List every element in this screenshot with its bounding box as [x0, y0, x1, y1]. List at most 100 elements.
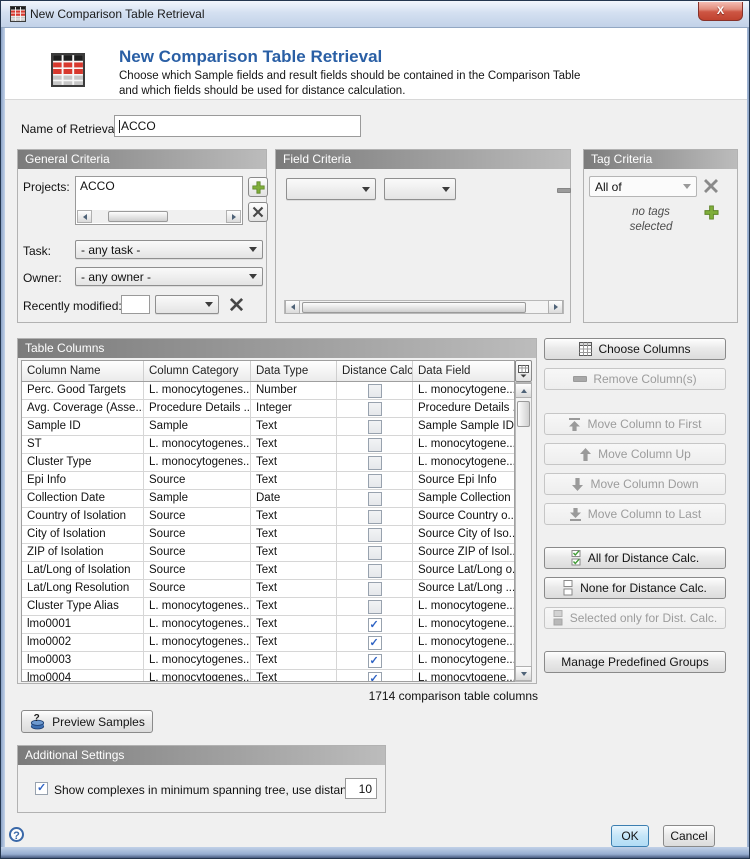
column-header-name[interactable]: Column Name: [22, 361, 144, 381]
distance-calc-checkbox[interactable]: [368, 510, 382, 524]
column-header-category[interactable]: Column Category: [144, 361, 251, 381]
scroll-up-icon[interactable]: [515, 383, 532, 398]
table-row[interactable]: Lat/Long ResolutionSourceTextSource Lat/…: [22, 580, 514, 598]
distance-calc-checkbox[interactable]: [368, 654, 382, 668]
distance-calc-checkbox[interactable]: [368, 456, 382, 470]
clear-recently-modified-icon[interactable]: [229, 297, 244, 312]
move-column-to-first-button[interactable]: Move Column to First: [544, 413, 726, 435]
distance-calc-checkbox[interactable]: [368, 474, 382, 488]
table-row[interactable]: Avg. Coverage (Asse...Procedure Details …: [22, 400, 514, 418]
move-column-up-button[interactable]: Move Column Up: [544, 443, 726, 465]
table-row[interactable]: City of IsolationSourceTextSource City o…: [22, 526, 514, 544]
scroll-down-icon[interactable]: [515, 666, 532, 681]
column-picker-button[interactable]: [515, 360, 532, 382]
table-row[interactable]: Cluster Type AliasL. monocytogenes...Tex…: [22, 598, 514, 616]
distance-calc-checkbox[interactable]: [368, 600, 382, 614]
table-row[interactable]: Epi InfoSourceTextSource Epi Info: [22, 472, 514, 490]
remove-project-button[interactable]: [248, 202, 268, 222]
distance-calc-checkbox[interactable]: [368, 402, 382, 416]
distance-calc-checkbox[interactable]: [368, 636, 382, 650]
help-button[interactable]: ?: [9, 827, 24, 842]
arrow-up-bar-icon: [568, 418, 581, 431]
column-header-data-field[interactable]: Data Field: [413, 361, 514, 381]
table-row[interactable]: Sample IDSampleTextSample Sample ID: [22, 418, 514, 436]
recently-modified-unit-dropdown[interactable]: [155, 295, 219, 314]
show-complexes-checkbox[interactable]: [35, 782, 48, 795]
add-project-button[interactable]: [248, 177, 268, 197]
scroll-left-icon[interactable]: [77, 210, 92, 223]
ok-button[interactable]: OK: [611, 825, 649, 847]
distance-calc-checkbox[interactable]: [368, 546, 382, 560]
cell-data-type: Text: [251, 472, 337, 489]
scrollbar-thumb[interactable]: [108, 211, 168, 222]
close-button[interactable]: X: [698, 2, 743, 21]
cell-column-name: Sample ID: [22, 418, 144, 435]
scroll-right-icon[interactable]: [548, 300, 563, 314]
distance-calc-checkbox[interactable]: [368, 528, 382, 542]
cell-distance-calc: [337, 562, 413, 579]
distance-calc-checkbox[interactable]: [368, 384, 382, 398]
projects-list-item[interactable]: ACCO: [76, 177, 242, 195]
move-column-down-button[interactable]: Move Column Down: [544, 473, 726, 495]
table-row[interactable]: lmo0001L. monocytogenes...TextL. monocyt…: [22, 616, 514, 634]
none-for-distance-calc-button[interactable]: None for Distance Calc.: [544, 577, 726, 599]
add-tag-icon[interactable]: [704, 205, 719, 220]
table-row[interactable]: lmo0002L. monocytogenes...TextL. monocyt…: [22, 634, 514, 652]
owner-dropdown[interactable]: - any owner -: [75, 267, 263, 286]
table-row[interactable]: lmo0004L. monocytogenes...TextL. monocyt…: [22, 670, 514, 682]
scroll-left-icon[interactable]: [285, 300, 300, 314]
scrollbar-thumb[interactable]: [517, 401, 530, 427]
table-row[interactable]: ZIP of IsolationSourceTextSource ZIP of …: [22, 544, 514, 562]
distance-calc-checkbox[interactable]: [368, 672, 382, 683]
field-criteria-horizontal-scrollbar[interactable]: [284, 300, 564, 314]
selected-only-for-dist-calc-button[interactable]: Selected only for Dist. Calc.: [544, 607, 726, 629]
projects-list[interactable]: ACCO: [75, 176, 243, 225]
move-down-label: Move Column Down: [590, 477, 698, 491]
table-row[interactable]: Perc. Good TargetsL. monocytogenes...Num…: [22, 382, 514, 400]
cell-data-type: Date: [251, 490, 337, 507]
remove-field-criterion-icon[interactable]: [557, 188, 571, 193]
table-vertical-scrollbar[interactable]: [515, 382, 532, 682]
cell-distance-calc: [337, 508, 413, 525]
distance-calc-checkbox[interactable]: [368, 438, 382, 452]
task-dropdown[interactable]: - any task -: [75, 240, 263, 259]
distance-calc-checkbox[interactable]: [368, 492, 382, 506]
arrow-down-icon: [571, 478, 584, 491]
column-header-data-type[interactable]: Data Type: [251, 361, 337, 381]
clear-tags-icon[interactable]: [703, 178, 719, 194]
distance-calc-checkbox[interactable]: [368, 420, 382, 434]
distance-calc-checkbox[interactable]: [368, 618, 382, 632]
column-header-distance-calc[interactable]: Distance Calc.: [337, 361, 413, 381]
distance-calc-checkbox[interactable]: [368, 582, 382, 596]
choose-columns-button[interactable]: Choose Columns: [544, 338, 726, 360]
cell-distance-calc: [337, 418, 413, 435]
table-row[interactable]: Cluster TypeL. monocytogenes...TextL. mo…: [22, 454, 514, 472]
preview-samples-button[interactable]: ? Preview Samples: [21, 710, 153, 733]
cell-distance-calc: [337, 490, 413, 507]
table-row[interactable]: Collection DateSampleDateSample Collecti…: [22, 490, 514, 508]
all-for-distance-calc-button[interactable]: All for Distance Calc.: [544, 547, 726, 569]
projects-horizontal-scrollbar[interactable]: [77, 210, 241, 223]
table-row[interactable]: Lat/Long of IsolationSourceTextSource La…: [22, 562, 514, 580]
cell-column-category: L. monocytogenes...: [144, 616, 251, 633]
remove-columns-button[interactable]: Remove Column(s): [544, 368, 726, 390]
column-count-text: 1714 comparison table columns: [288, 689, 538, 703]
cancel-button[interactable]: Cancel: [663, 825, 715, 847]
tag-mode-dropdown[interactable]: All of: [589, 176, 697, 197]
field-criteria-title: Field Criteria: [276, 150, 570, 169]
scrollbar-thumb[interactable]: [302, 302, 526, 313]
table-row[interactable]: STL. monocytogenes...TextL. monocytogene…: [22, 436, 514, 454]
title-bar[interactable]: New Comparison Table Retrieval: [1, 1, 749, 28]
manage-predefined-groups-button[interactable]: Manage Predefined Groups: [544, 651, 726, 673]
cell-column-category: Sample: [144, 418, 251, 435]
distance-input[interactable]: 10: [345, 778, 377, 799]
recently-modified-input[interactable]: [121, 295, 150, 314]
table-row[interactable]: Country of IsolationSourceTextSource Cou…: [22, 508, 514, 526]
name-of-retrieval-input[interactable]: ACCO: [114, 115, 361, 137]
distance-calc-checkbox[interactable]: [368, 564, 382, 578]
scroll-right-icon[interactable]: [226, 210, 241, 223]
move-column-to-last-button[interactable]: Move Column to Last: [544, 503, 726, 525]
field-criteria-operator-dropdown[interactable]: [384, 178, 456, 200]
table-row[interactable]: lmo0003L. monocytogenes...TextL. monocyt…: [22, 652, 514, 670]
field-criteria-field-dropdown[interactable]: [286, 178, 376, 200]
